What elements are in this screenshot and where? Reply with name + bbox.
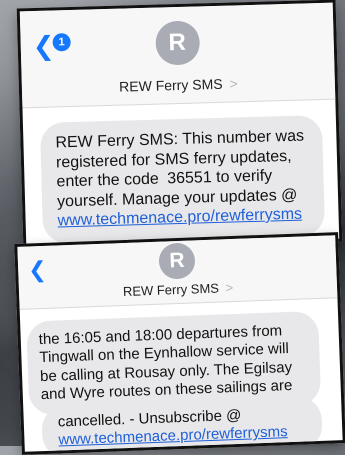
bottom-message-screenshot: ❮ R REW Ferry SMS > the 16:05 and 18:00 … xyxy=(14,232,345,455)
contact-avatar: R xyxy=(154,20,200,66)
contact-name-row[interactable]: REW Ferry SMS > xyxy=(22,73,335,98)
contact-name: REW Ferry SMS xyxy=(122,280,220,300)
chevron-left-icon: ❮ xyxy=(27,256,48,283)
back-button[interactable]: ❮ xyxy=(27,256,48,283)
received-message-bubble: REW Ferry SMS: This number was registere… xyxy=(39,115,326,244)
message-text: the 16:05 and 18:00 departures from Ting… xyxy=(38,322,293,404)
contact-avatar: R xyxy=(158,242,196,280)
chevron-right-icon: > xyxy=(229,75,238,92)
contact-name: REW Ferry SMS xyxy=(118,75,223,95)
chevron-left-icon: ❮ xyxy=(32,30,55,62)
back-button[interactable]: ❮ xyxy=(32,30,55,62)
verification-code: 36551 xyxy=(167,169,212,188)
top-message-screenshot: ❮ 1 R REW Ferry SMS > REW Ferry SMS: Thi… xyxy=(16,0,343,251)
notification-badge: 1 xyxy=(52,33,71,52)
top-conversation-header: ❮ 1 R REW Ferry SMS > xyxy=(19,2,336,109)
received-message-bubble: cancelled. - Unsubscribe @ www.techmenac… xyxy=(41,395,323,455)
contact-name-row[interactable]: REW Ferry SMS > xyxy=(19,276,337,303)
chevron-right-icon: > xyxy=(225,280,234,296)
bottom-conversation-header: ❮ R REW Ferry SMS > xyxy=(17,235,338,310)
